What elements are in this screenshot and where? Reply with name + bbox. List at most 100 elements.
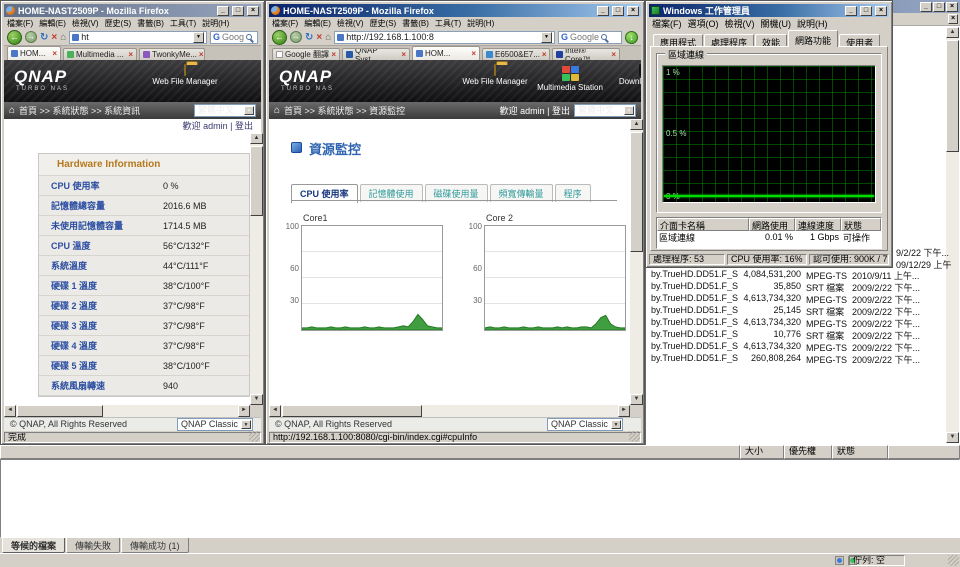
stop-icon[interactable]: × <box>51 30 57 45</box>
tab-networking[interactable]: 網路功能 <box>788 30 839 47</box>
queue-list-area[interactable] <box>0 459 960 538</box>
column-adapter-name[interactable]: 介面卡名稱 <box>657 218 749 231</box>
file-row[interactable]: by.TrueHD.DD51.F_Silu.disk3.ts 4,613,734… <box>646 293 946 305</box>
scroll-up-icon[interactable]: ▲ <box>630 119 643 130</box>
browser-tab[interactable]: TwonkyMe... × <box>139 48 205 60</box>
scroll-left-icon[interactable]: ◄ <box>4 405 16 417</box>
horizontal-scrollbar[interactable]: ◄ ► <box>4 405 250 417</box>
tab-close-icon[interactable]: × <box>542 50 547 59</box>
browser-tab[interactable]: Google 翻譯 × <box>272 48 340 60</box>
stop-icon[interactable]: × <box>316 30 322 45</box>
menu-item[interactable]: 歷史(S) <box>367 18 400 29</box>
language-select[interactable]: 繁體中文 ▼ <box>194 104 256 117</box>
tab-close-icon[interactable]: × <box>401 50 406 59</box>
tab-failed-transfers[interactable]: 傳輸失敗 <box>66 538 121 553</box>
browser-tab[interactable]: Intel® Core™... × <box>552 48 620 60</box>
maximize-button[interactable]: □ <box>933 1 945 12</box>
address-bar[interactable]: ht ▼ <box>69 30 207 44</box>
close-button[interactable]: × <box>946 1 958 12</box>
tab-successful-transfers[interactable]: 傳輸成功 (1) <box>121 538 189 553</box>
scrollbar-thumb[interactable] <box>282 405 422 417</box>
file-row[interactable]: by.TrueHD.DD51.F_Silu.disk5.ts 4,613,734… <box>646 341 946 353</box>
menu-item[interactable]: 工具(T) <box>167 18 199 29</box>
column-link-speed[interactable]: 連線速度 <box>795 218 841 231</box>
tab-close-icon[interactable]: × <box>331 50 336 59</box>
file-row[interactable]: by.TrueHD.DD51.F_Silu.disk4.ts 4,613,734… <box>646 317 946 329</box>
home-icon[interactable]: ⌂ <box>9 105 15 116</box>
browser-tab[interactable]: HOM... × <box>412 46 480 60</box>
maximize-button[interactable]: □ <box>860 5 872 16</box>
scroll-up-icon[interactable]: ▲ <box>250 133 263 144</box>
reload-icon[interactable]: ↻ <box>40 30 48 45</box>
menu-item[interactable]: 說明(H) <box>199 18 232 29</box>
close-button[interactable]: × <box>247 5 259 16</box>
home-icon[interactable]: ⌂ <box>325 30 331 45</box>
search-icon[interactable] <box>601 34 608 40</box>
browser-tab[interactable]: QNAP Syst... × <box>342 48 410 60</box>
close-icon[interactable]: × <box>948 14 958 24</box>
explorer-vertical-scrollbar[interactable]: ▲ ▼ <box>946 27 959 443</box>
menu-item[interactable]: 檔案(F) <box>4 18 36 29</box>
menu-item[interactable]: 書籤(B) <box>399 18 432 29</box>
maximize-button[interactable]: □ <box>612 5 624 16</box>
menu-item[interactable]: 歷史(S) <box>102 18 135 29</box>
breadcrumb[interactable]: 首頁 >> 系統狀態 >> 資源監控 <box>284 104 405 117</box>
menu-item[interactable]: 檢視(V) <box>334 18 367 29</box>
menu-item[interactable]: 說明(H) <box>464 18 497 29</box>
service-web-file-manager[interactable]: Web File Manager <box>149 64 221 86</box>
file-row[interactable]: by.TrueHD.DD51.F_Silu.disk6.ts 260,808,2… <box>646 353 946 365</box>
minimize-button[interactable]: _ <box>217 5 229 16</box>
home-icon[interactable]: ⌂ <box>274 105 280 116</box>
resize-grip[interactable] <box>629 431 640 442</box>
menu-item[interactable]: 檢視(V) <box>722 17 758 30</box>
queue-column-status[interactable]: 狀態 <box>832 445 888 459</box>
browser-tab[interactable]: Multimedia ... × <box>63 48 137 60</box>
tab-close-icon[interactable]: × <box>199 50 204 59</box>
column-network-usage[interactable]: 網路使用 <box>749 218 795 231</box>
maximize-button[interactable]: □ <box>232 5 244 16</box>
scroll-down-icon[interactable]: ▼ <box>630 394 643 405</box>
welcome-logout-link[interactable]: 歡迎 admin | 登出 <box>500 104 570 117</box>
menu-item[interactable]: 檢視(V) <box>69 18 102 29</box>
file-row[interactable]: by.TrueHD.DD51.F_Silu.disk4.srt 25,145 S… <box>646 305 946 317</box>
tab-queued-files[interactable]: 等候的檔案 <box>2 538 66 553</box>
home-icon[interactable]: ⌂ <box>60 30 66 45</box>
menu-item[interactable]: 說明(H) <box>794 17 831 30</box>
scroll-up-icon[interactable]: ▲ <box>946 27 959 38</box>
tab-close-icon[interactable]: × <box>471 49 476 58</box>
menu-item[interactable]: 選項(O) <box>685 17 722 30</box>
browser-tab[interactable]: E6500&E7... × <box>482 48 550 60</box>
menu-item[interactable]: 檔案(F) <box>649 17 685 30</box>
menu-item[interactable]: 檔案(F) <box>269 18 301 29</box>
file-row[interactable]: by.TrueHD.DD51.F_Silu.disk2.ts 4,084,531… <box>646 269 946 281</box>
menu-item[interactable]: 書籤(B) <box>134 18 167 29</box>
minimize-button[interactable]: _ <box>845 5 857 16</box>
forward-icon[interactable]: → <box>25 31 37 43</box>
service-web-file-manager[interactable]: Web File Manager <box>459 64 531 86</box>
scroll-down-icon[interactable]: ▼ <box>946 432 959 443</box>
browser-tab[interactable]: HOM... × <box>7 46 61 60</box>
vertical-scrollbar[interactable]: ▲ ▼ <box>250 133 263 405</box>
language-select[interactable]: 繁體中文 ▼ <box>574 104 636 117</box>
tab-close-icon[interactable]: × <box>52 49 57 58</box>
download-manager-icon[interactable]: ↓ <box>625 30 638 44</box>
breadcrumb[interactable]: 首頁 >> 系統狀態 >> 系統資訊 <box>19 104 140 117</box>
back-icon[interactable]: ← <box>272 29 287 45</box>
menu-item[interactable]: 編輯(E) <box>36 18 69 29</box>
speaker-icon[interactable] <box>835 556 844 565</box>
chevron-down-icon[interactable]: ▼ <box>193 31 204 43</box>
queue-column-priority[interactable]: 優先權 <box>784 445 832 459</box>
queue-column-size[interactable]: 大小 <box>740 445 784 459</box>
search-input[interactable]: G Google <box>210 30 258 44</box>
menu-item[interactable]: 工具(T) <box>432 18 464 29</box>
scrollbar-thumb[interactable] <box>630 132 643 252</box>
welcome-logout-link[interactable]: 歡迎 admin | 登出 <box>183 121 253 131</box>
search-icon[interactable] <box>246 34 252 40</box>
service-download-station[interactable]: Download... <box>604 64 641 86</box>
minimize-button[interactable]: _ <box>920 1 932 12</box>
vertical-scrollbar[interactable]: ▲ ▼ <box>630 119 643 405</box>
chevron-down-icon[interactable]: ▼ <box>541 31 552 43</box>
scrollbar-thumb[interactable] <box>946 40 959 152</box>
file-row[interactable]: by.TrueHD.DD51.F_Silu.disk3.srt 35,850 S… <box>646 281 946 293</box>
forward-icon[interactable]: → <box>290 31 302 43</box>
